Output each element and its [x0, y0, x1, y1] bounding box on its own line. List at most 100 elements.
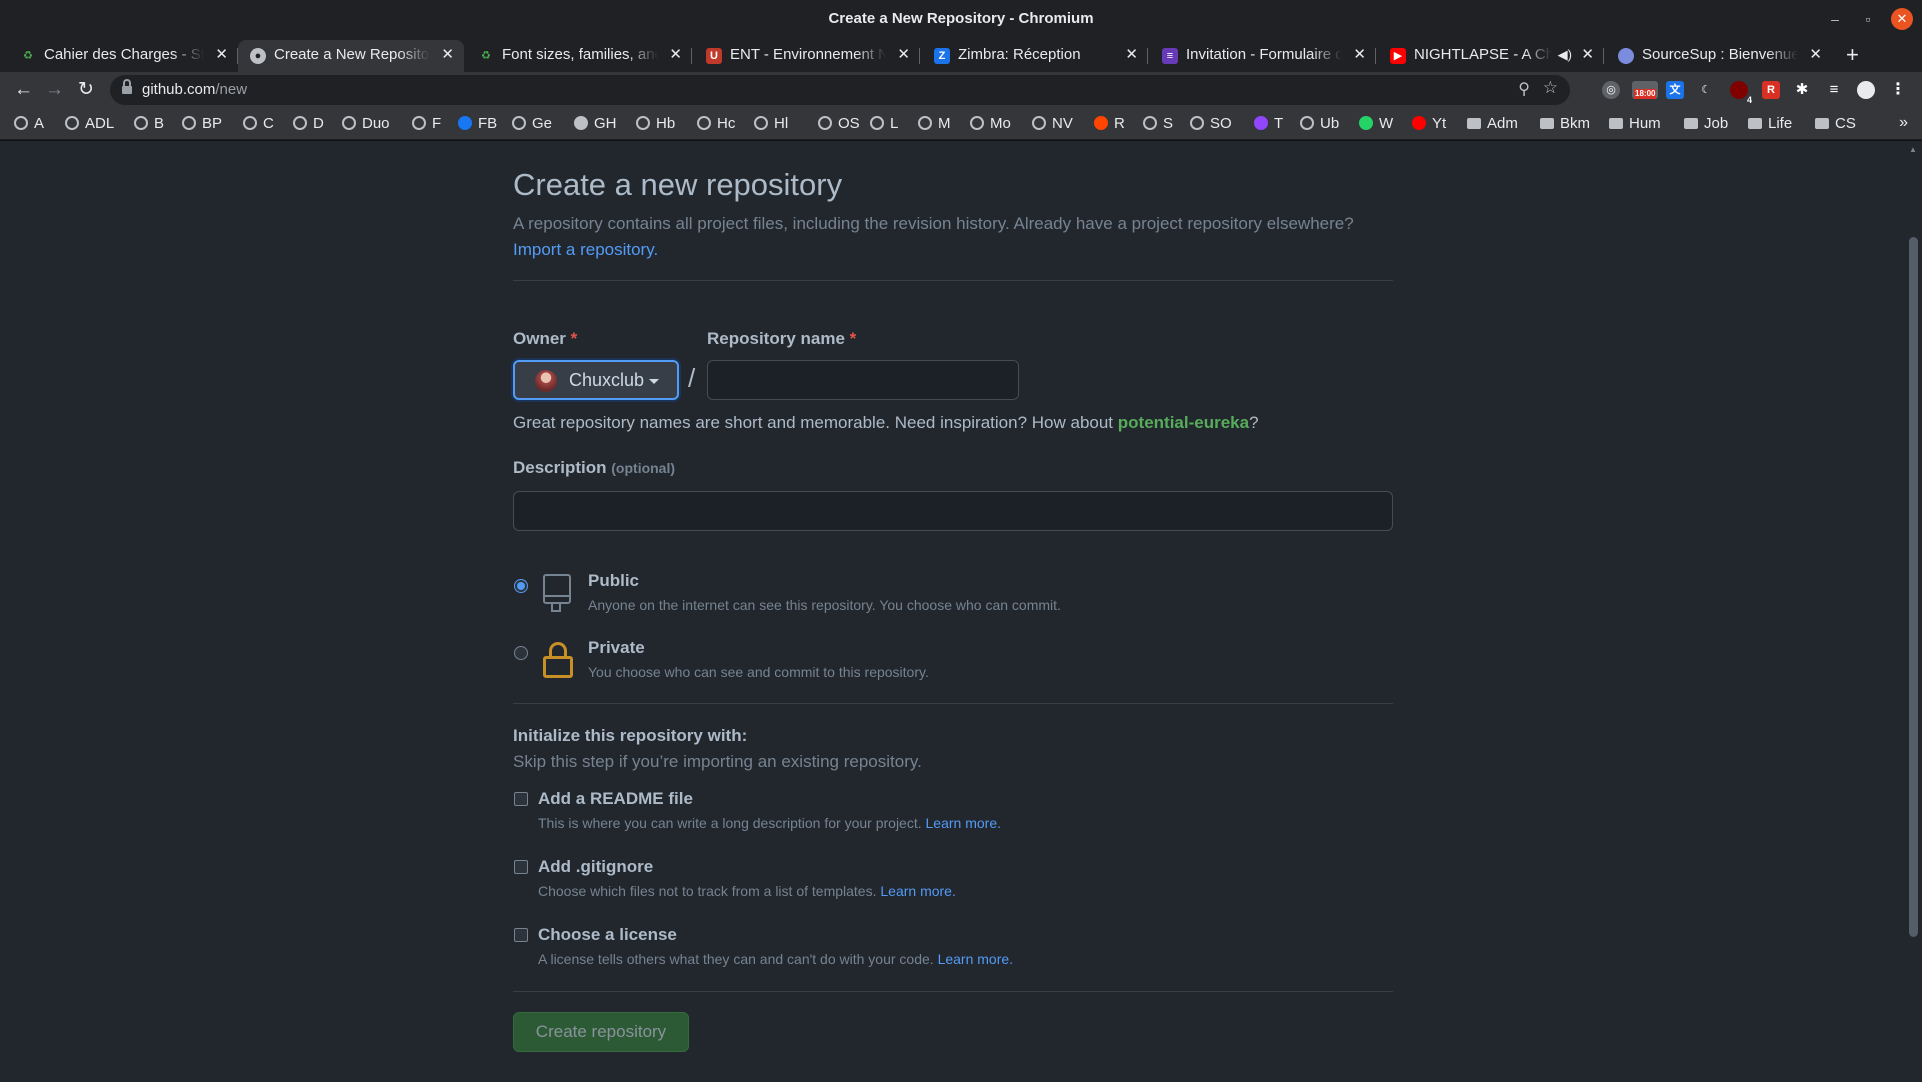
bookmark-m[interactable]: M: [918, 114, 951, 134]
readme-desc: This is where you can write a long descr…: [538, 815, 1001, 831]
description-input[interactable]: [513, 491, 1393, 531]
tab-close-icon[interactable]: ✕: [215, 40, 228, 70]
tab-close-icon[interactable]: ✕: [669, 40, 682, 70]
bookmark-c[interactable]: C: [243, 114, 274, 134]
bookmark-w[interactable]: W: [1359, 114, 1393, 134]
owner-label: Owner *: [513, 329, 578, 348]
address-bar[interactable]: github.com/new ⚲ ☆: [110, 75, 1570, 105]
license-title: Choose a license: [538, 925, 677, 944]
tab-sourcesup[interactable]: SourceSup : Bienvenue ✕: [1606, 40, 1832, 72]
folder-icon: [1609, 118, 1623, 129]
bookmark-so[interactable]: SO: [1190, 114, 1232, 134]
bookmark-l[interactable]: L: [870, 114, 898, 134]
owner-name: Chuxclub: [569, 370, 645, 390]
tab-close-icon[interactable]: ✕: [1353, 40, 1366, 70]
bookmark-os[interactable]: OS: [818, 114, 860, 134]
gitignore-learn-more-link[interactable]: Learn more.: [880, 883, 955, 899]
tab-ent[interactable]: U ENT - Environnement Nu ✕: [694, 40, 920, 72]
ublock-icon[interactable]: 4: [1730, 81, 1752, 105]
reddit-extension-icon[interactable]: R: [1762, 81, 1780, 99]
zoom-icon[interactable]: ⚲: [1518, 79, 1530, 99]
minimize-icon[interactable]: –: [1824, 8, 1846, 30]
puzzle-icon[interactable]: ✱: [1793, 81, 1811, 99]
readme-learn-more-link[interactable]: Learn more.: [926, 815, 1001, 831]
avatar: [535, 370, 557, 392]
owner-dropdown[interactable]: Chuxclub: [513, 360, 679, 400]
bookmark-duo[interactable]: Duo: [342, 114, 390, 134]
bookmark-mo[interactable]: Mo: [970, 114, 1011, 134]
profile-avatar[interactable]: [1857, 81, 1875, 99]
private-radio[interactable]: [514, 646, 528, 660]
maximize-icon[interactable]: ▫: [1857, 8, 1879, 30]
repo-name-input[interactable]: [707, 360, 1019, 400]
translate-icon[interactable]: 文: [1666, 81, 1684, 99]
tab-font-sizes[interactable]: ♻ Font sizes, families, and ✕: [466, 40, 692, 72]
bookmark-adl[interactable]: ADL: [65, 114, 114, 134]
bookmark-s[interactable]: S: [1143, 114, 1173, 134]
bookmark-job[interactable]: Job: [1684, 114, 1728, 134]
license-checkbox[interactable]: [514, 928, 528, 942]
more-bookmarks-icon[interactable]: »: [1899, 114, 1908, 132]
bookmark-f[interactable]: F: [412, 114, 441, 134]
back-icon[interactable]: ←: [14, 78, 33, 102]
bookmark-ge[interactable]: Ge: [512, 114, 552, 134]
tab-close-icon[interactable]: ✕: [1581, 40, 1594, 70]
tab-close-icon[interactable]: ✕: [1125, 40, 1138, 70]
bookmark-hb[interactable]: Hb: [636, 114, 675, 134]
bookmark-label: Job: [1704, 115, 1729, 132]
tab-close-icon[interactable]: ✕: [441, 40, 454, 70]
license-learn-more-link[interactable]: Learn more.: [938, 951, 1013, 967]
bookmark-t[interactable]: T: [1254, 114, 1283, 134]
bookmark-star-icon[interactable]: ☆: [1543, 78, 1558, 98]
tab-cahier[interactable]: ♻ Cahier des Charges - Sta ✕: [8, 40, 238, 72]
bookmark-bkm[interactable]: Bkm: [1540, 114, 1590, 134]
page-scrollbar[interactable]: ▲: [1905, 141, 1922, 1082]
bookmark-adm[interactable]: Adm: [1467, 114, 1518, 134]
bookmark-yt[interactable]: Yt: [1412, 114, 1446, 134]
bookmark-cs[interactable]: CS: [1815, 114, 1856, 134]
bookmark-hum[interactable]: Hum: [1609, 114, 1661, 134]
timer-extension-icon[interactable]: 18:00: [1632, 81, 1658, 99]
close-window-icon[interactable]: ✕: [1891, 8, 1913, 30]
scroll-up-icon[interactable]: ▲: [1909, 145, 1917, 154]
bookmark-b[interactable]: B: [134, 114, 164, 134]
forward-icon[interactable]: →: [45, 78, 64, 102]
tab-zimbra[interactable]: Z Zimbra: Réception ✕: [922, 40, 1148, 72]
bookmark-fb[interactable]: FB: [458, 114, 497, 134]
create-repository-button[interactable]: Create repository: [513, 1012, 689, 1052]
bookmark-label: R: [1114, 115, 1125, 132]
lock-icon[interactable]: [122, 79, 132, 95]
bookmark-gh[interactable]: GH: [574, 114, 617, 134]
reload-icon[interactable]: ↻: [78, 78, 94, 102]
scrollbar-thumb[interactable]: [1909, 237, 1918, 937]
tab-create-repo[interactable]: ● Create a New Repository ✕: [238, 40, 464, 72]
tab-invitation[interactable]: ≡ Invitation - Formulaire d ✕: [1150, 40, 1376, 72]
menu-kebab-icon[interactable]: ⋮: [1889, 81, 1907, 99]
new-tab-button[interactable]: +: [1846, 40, 1859, 70]
bookmark-d[interactable]: D: [293, 114, 324, 134]
tab-nightlapse[interactable]: ▶ NIGHTLAPSE - A Chill ◀) ✕: [1378, 40, 1604, 72]
bookmark-hc[interactable]: Hc: [697, 114, 735, 134]
gitignore-checkbox[interactable]: [514, 860, 528, 874]
bookmark-a[interactable]: A: [14, 114, 44, 134]
bookmark-hl[interactable]: Hl: [754, 114, 788, 134]
name-suggestion-link[interactable]: potential-eureka: [1118, 413, 1249, 432]
divider: [513, 991, 1393, 992]
bookmark-r[interactable]: R: [1094, 114, 1125, 134]
bookmark-nv[interactable]: NV: [1032, 114, 1073, 134]
tab-close-icon[interactable]: ✕: [1809, 40, 1822, 70]
dark-reader-icon[interactable]: ☾: [1697, 81, 1715, 99]
speaker-icon[interactable]: ◀): [1558, 40, 1572, 70]
media-control-icon[interactable]: ≡: [1825, 81, 1843, 99]
readme-checkbox[interactable]: [514, 792, 528, 806]
import-repository-link[interactable]: Import a repository.: [513, 240, 658, 259]
public-radio[interactable]: [514, 579, 528, 593]
extension-icon[interactable]: ◎: [1602, 81, 1620, 99]
bookmark-life[interactable]: Life: [1748, 114, 1792, 134]
github-icon: [574, 116, 588, 130]
bookmark-ub[interactable]: Ub: [1300, 114, 1339, 134]
lock-icon: [543, 642, 573, 678]
subhead-text: A repository contains all project files,…: [513, 214, 1354, 233]
bookmark-bp[interactable]: BP: [182, 114, 222, 134]
tab-close-icon[interactable]: ✕: [897, 40, 910, 70]
